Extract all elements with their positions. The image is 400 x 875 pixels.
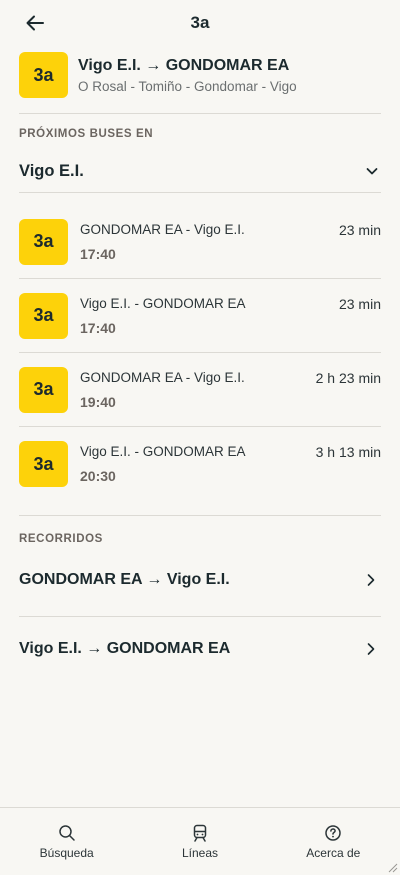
bus-departure-time: 19:40 [80,393,116,410]
bus-row[interactable]: 3a Vigo E.I. - GONDOMAR EA 17:40 23 min [19,279,381,353]
line-info: 3a Vigo E.I. → GONDOMAR EA O Rosal - Tom… [19,52,381,98]
bus-destination: Vigo E.I. - GONDOMAR EA [80,295,246,311]
bus-destination: GONDOMAR EA - Vigo E.I. [80,221,245,237]
line-badge: 3a [19,292,68,339]
stop-selector[interactable]: Vigo E.I. [19,156,381,186]
bus-row[interactable]: 3a GONDOMAR EA - Vigo E.I. 17:40 23 min [19,205,381,279]
line-badge: 3a [19,441,68,487]
bus-eta: 3 h 13 min [315,444,381,460]
divider [19,192,381,193]
search-icon [58,825,75,841]
divider [19,616,381,617]
tab-acerca-de[interactable]: Acerca de [267,808,400,875]
bus-row[interactable]: 3a Vigo E.I. - GONDOMAR EA 20:30 3 h 13 … [19,427,381,501]
divider [19,515,381,516]
line-badge: 3a [19,52,68,98]
bus-departure-time: 17:40 [80,319,116,336]
help-circle-icon [325,825,342,841]
bottom-tab-bar: Búsqueda Líneas Acerca de [0,807,400,875]
line-badge: 3a [19,218,68,265]
selected-stop: Vigo E.I. [19,161,84,180]
bus-eta: 23 min [338,296,381,312]
chevron-right-icon [367,643,375,655]
bus-row[interactable]: 3a GONDOMAR EA - Vigo E.I. 19:40 2 h 23 … [19,353,381,427]
tab-label: Acerca de [306,846,361,860]
bus-departure-time: 17:40 [80,245,116,262]
route-item[interactable]: GONDOMAR EA → Vigo E.I. [19,565,381,595]
divider [19,113,381,114]
line-route: Vigo E.I. → GONDOMAR EA [78,57,290,74]
tab-busqueda[interactable]: Búsqueda [0,808,133,875]
bus-eta: 2 h 23 min [315,370,381,386]
route-item[interactable]: Vigo E.I. → GONDOMAR EA [19,634,381,664]
tab-label: Líneas [181,846,218,860]
next-buses-list: 3a GONDOMAR EA - Vigo E.I. 17:40 23 min … [19,205,381,501]
page-title: 3a [190,13,210,32]
train-icon [193,824,207,842]
next-buses-label: PRÓXIMOS BUSES EN [19,128,154,140]
chevron-right-icon [367,574,375,586]
top-bar: 3a [0,0,400,46]
routes-label: RECORRIDOS [19,533,103,545]
chevron-down-icon [366,168,378,175]
route-label: GONDOMAR EA → Vigo E.I. [19,571,230,588]
bus-eta: 23 min [338,222,381,238]
bus-departure-time: 20:30 [80,468,116,484]
line-subtitle: O Rosal - Tomiño - Gondomar - Vigo [78,79,297,94]
route-label: Vigo E.I. → GONDOMAR EA [19,640,231,657]
tab-lineas[interactable]: Líneas [133,808,266,875]
line-badge: 3a [19,366,68,413]
tab-label: Búsqueda [39,846,94,860]
resize-grip-icon[interactable] [386,861,398,873]
